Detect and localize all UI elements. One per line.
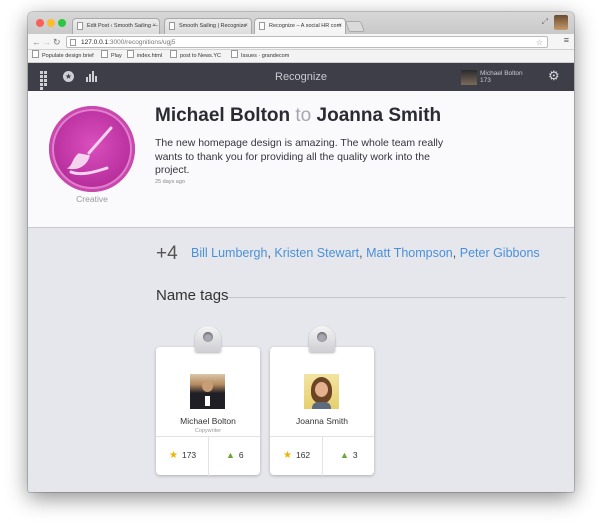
user-menu[interactable]: Michael Bolton 173 (480, 70, 523, 84)
maximize-window-button[interactable] (58, 19, 66, 27)
bookmark-item[interactable]: Populate design brief (32, 50, 94, 62)
card-stats: ★ 173 ▲ 6 (156, 436, 260, 476)
address-bar: ← → ↻ 127.0.0.1:3000/recognitions/ugj5 ☆… (28, 34, 574, 50)
bookmark-item[interactable]: Issues · grandecom (231, 50, 289, 62)
tab-label: Recognize – A social HR com (269, 23, 342, 29)
clip-icon (195, 326, 221, 352)
close-window-button[interactable] (36, 19, 44, 27)
url-field[interactable]: 127.0.0.1:3000/recognitions/ugj5 ☆ (66, 36, 548, 48)
star-icon: ★ (283, 450, 292, 461)
star-icon: ★ (169, 450, 178, 461)
triangle-up-icon: ▲ (340, 450, 349, 460)
avatar (304, 374, 339, 409)
divider (228, 297, 566, 298)
bookmark-item[interactable]: index.html (127, 50, 162, 62)
page-icon (70, 39, 76, 46)
reload-icon[interactable]: ↻ (53, 35, 61, 49)
tab-label: Edit Post ‹ Smooth Sailing — (87, 23, 158, 29)
tab-edit-post[interactable]: Edit Post ‹ Smooth Sailing — × (72, 18, 160, 34)
sender-name[interactable]: Michael Bolton (155, 105, 290, 126)
person-name: Joanna Smith (296, 416, 348, 426)
page-icon (77, 22, 83, 30)
person-link[interactable]: Bill Lumbergh (191, 246, 267, 260)
recognition-message: The new homepage design is amazing. The … (155, 137, 444, 176)
person-link[interactable]: Peter Gibbons (460, 246, 540, 260)
clip-icon (309, 326, 335, 352)
points-value: 173 (181, 450, 197, 460)
close-tab-icon[interactable]: × (152, 19, 156, 33)
recipient-name[interactable]: Joanna Smith (317, 105, 442, 126)
tab-recognize[interactable]: Recognize – A social HR com × (254, 18, 346, 34)
separator: , (452, 246, 457, 260)
badge-name: Creative (76, 194, 108, 204)
recognitions-stat: ▲ 6 (226, 450, 244, 460)
user-avatar[interactable] (461, 70, 477, 85)
name-tag-card[interactable]: Michael Bolton Copywriter ★ 173 ▲ 6 (156, 326, 260, 476)
forward-icon[interactable]: → (42, 35, 51, 49)
separator: , (267, 246, 271, 260)
bookmark-item[interactable]: post to News.YC (170, 50, 221, 62)
recognition-header: Creative Michael Bolton to Joanna Smith … (28, 91, 574, 228)
tab-label: Smooth Sailing | Recognize (179, 23, 247, 29)
person-role: Copywriter (194, 428, 222, 434)
app-nav-bar: ★ Recognize Michael Bolton 173 ⚙ (28, 63, 574, 91)
bookmark-star-icon[interactable]: ☆ (536, 37, 543, 48)
points-value: 162 (295, 450, 311, 460)
bookmarks-bar: Populate design brief Play index.html po… (28, 50, 574, 63)
url-path: :3000/recognitions/ugj5 (108, 39, 176, 46)
page-icon (259, 22, 265, 30)
tab-strip: Edit Post ‹ Smooth Sailing — × Smooth Sa… (28, 12, 574, 34)
user-points: 173 (480, 77, 491, 84)
url-host: 127.0.0.1 (81, 39, 109, 46)
recognitions-value: 3 (352, 450, 358, 460)
avatar (190, 374, 225, 409)
page-icon (169, 22, 175, 30)
menu-icon[interactable]: ≡ (564, 35, 569, 45)
recognitions-value: 6 (238, 450, 244, 460)
card-stats: ★ 162 ▲ 3 (270, 436, 374, 476)
minimize-window-button[interactable] (47, 19, 55, 27)
profile-avatar[interactable] (554, 15, 568, 30)
user-name: Michael Bolton (480, 70, 523, 77)
browser-window: Edit Post ‹ Smooth Sailing — × Smooth Sa… (28, 12, 574, 492)
connector-word: to (295, 105, 312, 126)
recognition-headline: Michael Bolton to Joanna Smith (155, 105, 441, 127)
person-link[interactable]: Kristen Stewart (274, 246, 359, 260)
section-title: Name tags (156, 287, 229, 304)
close-tab-icon[interactable]: × (338, 19, 342, 33)
gear-icon[interactable]: ⚙ (548, 68, 560, 84)
points-stat: ★ 162 (283, 450, 310, 461)
close-tab-icon[interactable]: × (244, 19, 248, 33)
timestamp: 25 days ago (155, 179, 185, 185)
new-tab-button[interactable] (344, 21, 366, 32)
back-icon[interactable]: ← (32, 35, 41, 49)
others-count: +4 (156, 243, 178, 264)
bookmark-item[interactable]: Play (101, 50, 122, 62)
fullscreen-icon[interactable]: ⤢ (542, 17, 548, 27)
person-name: Michael Bolton (180, 416, 236, 426)
triangle-up-icon: ▲ (226, 450, 235, 460)
others-list: Bill Lumbergh, Kristen Stewart, Matt Tho… (191, 246, 540, 260)
tab-smooth-sailing[interactable]: Smooth Sailing | Recognize × (164, 18, 252, 34)
creative-badge-icon (49, 106, 135, 192)
person-link[interactable]: Matt Thompson (366, 246, 453, 260)
name-tag-card[interactable]: Joanna Smith ★ 162 ▲ 3 (270, 326, 374, 476)
points-stat: ★ 173 (169, 450, 196, 461)
recognitions-stat: ▲ 3 (340, 450, 358, 460)
separator: , (359, 246, 363, 260)
